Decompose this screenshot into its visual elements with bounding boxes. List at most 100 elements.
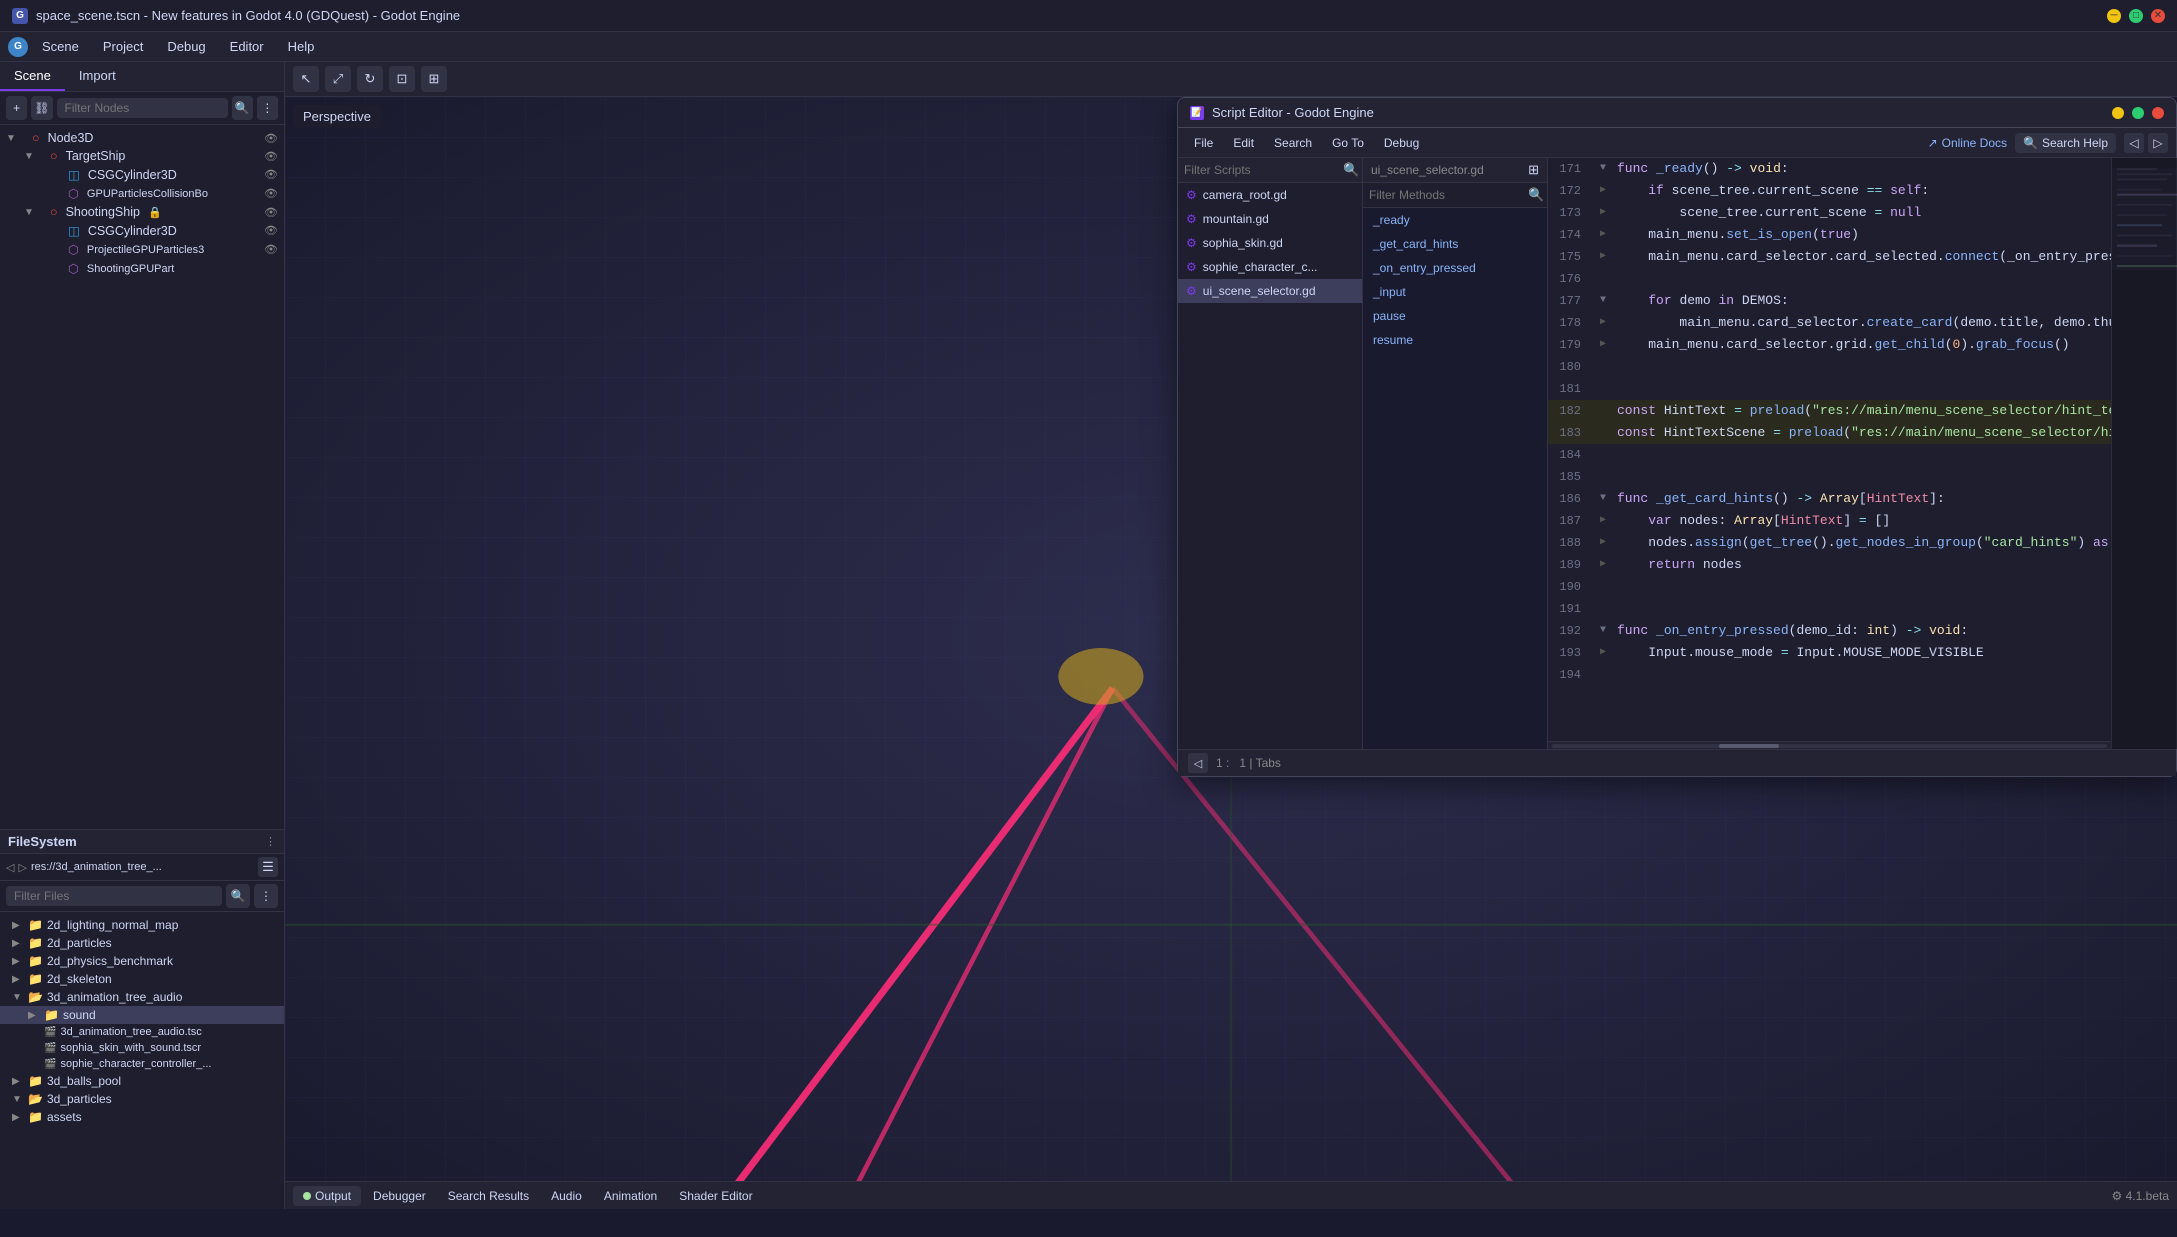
expand-arrow-icon: ▶	[12, 1076, 24, 1087]
se-file-sophia-skin[interactable]: ⚙ sophia_skin.gd	[1178, 231, 1362, 255]
fs-item-sophie-char[interactable]: ▶ 🎬 sophie_character_controller_...	[0, 1056, 284, 1072]
tab-audio[interactable]: Audio	[541, 1186, 592, 1206]
tab-import[interactable]: Import	[65, 62, 130, 91]
menu-project[interactable]: Project	[93, 35, 153, 58]
code-line-180: 180	[1548, 356, 2111, 378]
scale-tool[interactable]: ⊡	[389, 66, 415, 92]
se-method-resume[interactable]: resume	[1363, 328, 1547, 352]
cursor-tool[interactable]: ↖	[293, 66, 319, 92]
visibility-icon[interactable]: 👁	[264, 168, 278, 181]
maximize-button[interactable]: □	[2129, 9, 2143, 23]
search-nodes-button[interactable]: 🔍	[232, 96, 253, 120]
fs-item-2d-skeleton[interactable]: ▶ 📁 2d_skeleton	[0, 970, 284, 988]
filter-files-input[interactable]	[6, 886, 222, 906]
forward-icon[interactable]: ▷	[18, 861, 26, 874]
fs-item-3d-particles[interactable]: ▼ 📂 3d_particles	[0, 1090, 284, 1108]
tree-node-shooting-gpu[interactable]: ⬡ ShootingGPUPart	[0, 259, 284, 278]
se-file-mountain[interactable]: ⚙ mountain.gd	[1178, 207, 1362, 231]
instance-button[interactable]: ⛓	[31, 96, 52, 120]
se-method-pause[interactable]: pause	[1363, 304, 1547, 328]
se-file-ui-selector[interactable]: ⚙ ui_scene_selector.gd	[1178, 279, 1362, 303]
se-menu-goto[interactable]: Go To	[1324, 133, 1372, 153]
tree-node-gpu-particles[interactable]: ⬡ GPUParticlesCollisionBo 👁	[0, 184, 284, 203]
search-files-button[interactable]: 🔍	[226, 884, 250, 908]
filter-methods-input[interactable]	[1369, 188, 1524, 202]
se-minimize-button[interactable]	[2112, 107, 2124, 119]
se-menu-search[interactable]: Search	[1266, 133, 1320, 153]
more-options-button[interactable]: ⋮	[257, 96, 278, 120]
se-file-camera-root[interactable]: ⚙ camera_root.gd	[1178, 183, 1362, 207]
visibility-icon[interactable]: 👁	[264, 150, 278, 163]
fs-item-name: 3d_animation_tree_audio.tsc	[60, 1026, 201, 1038]
tree-node-projectile-gpu[interactable]: ⬡ ProjectileGPUParticles3 👁	[0, 240, 284, 259]
fs-item-3d-balls[interactable]: ▶ 📁 3d_balls_pool	[0, 1072, 284, 1090]
se-method-ready[interactable]: _ready	[1363, 208, 1547, 232]
tree-node-csgcylinder[interactable]: ◫ CSGCylinder3D 👁	[0, 165, 284, 184]
tab-scene[interactable]: Scene	[0, 62, 65, 91]
viewport-toolbar: ↖ ⤢ ↻ ⊡ ⊞	[285, 62, 2177, 97]
back-icon[interactable]: ◁	[6, 861, 14, 874]
fs-item-3d-anim[interactable]: ▼ 📂 3d_animation_tree_audio	[0, 988, 284, 1006]
minimize-button[interactable]: ─	[2107, 9, 2121, 23]
fs-item-assets[interactable]: ▶ 📁 assets	[0, 1108, 284, 1126]
fs-item-anim-tsc[interactable]: ▶ 🎬 3d_animation_tree_audio.tsc	[0, 1024, 284, 1040]
tab-debugger[interactable]: Debugger	[363, 1186, 436, 1206]
tree-node-targetship[interactable]: ▼ ○ TargetShip 👁	[0, 147, 284, 165]
tree-node-node3d[interactable]: ▼ ○ Node3D 👁	[0, 129, 284, 147]
se-menu-file[interactable]: File	[1186, 133, 1221, 153]
se-menu-edit[interactable]: Edit	[1225, 133, 1262, 153]
tab-shader-editor[interactable]: Shader Editor	[669, 1186, 762, 1206]
rotate-tool[interactable]: ↻	[357, 66, 383, 92]
menu-help[interactable]: Help	[278, 35, 325, 58]
fs-more[interactable]: ⋮	[265, 835, 276, 848]
node-name: CSGCylinder3D	[88, 168, 177, 182]
node-name: Node3D	[48, 131, 94, 145]
menu-editor[interactable]: Editor	[220, 35, 274, 58]
se-method-on-entry-pressed[interactable]: _on_entry_pressed	[1363, 256, 1547, 280]
tree-node-csgcylinder2[interactable]: ◫ CSGCylinder3D 👁	[0, 221, 284, 240]
visibility-icon[interactable]: 👁	[264, 243, 278, 256]
visibility-icon[interactable]: 👁	[264, 224, 278, 237]
add-node-button[interactable]: +	[6, 96, 27, 120]
filter-nodes-input[interactable]	[57, 98, 228, 118]
move-tool[interactable]: ⤢	[325, 66, 351, 92]
tab-animation[interactable]: Animation	[594, 1186, 667, 1206]
collapse-panel-button[interactable]: ◁	[1188, 753, 1208, 773]
fs-options-button[interactable]: ⋮	[254, 884, 278, 908]
se-maximize-button[interactable]	[2132, 107, 2144, 119]
scroll-thumb[interactable]	[1719, 744, 1779, 748]
expand-arrow-icon: ▼	[6, 133, 18, 144]
visibility-icon[interactable]: 👁	[264, 206, 278, 219]
se-method-input[interactable]: _input	[1363, 280, 1547, 304]
fs-item-2d-physics[interactable]: ▶ 📁 2d_physics_benchmark	[0, 952, 284, 970]
se-file-sophie-char[interactable]: ⚙ sophie_character_c...	[1178, 255, 1362, 279]
menu-scene[interactable]: Scene	[32, 35, 89, 58]
godot-logo: G	[8, 37, 28, 57]
visibility-icon[interactable]: 👁	[264, 187, 278, 200]
tab-output[interactable]: Output	[293, 1186, 361, 1206]
fs-list-view-button[interactable]: ☰	[258, 857, 278, 877]
se-method-get-card-hints[interactable]: _get_card_hints	[1363, 232, 1547, 256]
fs-item-2d-lighting[interactable]: ▶ 📁 2d_lighting_normal_map	[0, 916, 284, 934]
node3d-icon: ○	[50, 205, 58, 219]
fs-item-sophia-skin[interactable]: ▶ 🎬 sophia_skin_with_sound.tscr	[0, 1040, 284, 1056]
method-list-icon[interactable]: ⊞	[1528, 162, 1539, 178]
expand-tool[interactable]: ⊞	[421, 66, 447, 92]
search-help-button[interactable]: 🔍 Search Help	[2015, 133, 2116, 153]
se-back-button[interactable]: ◁	[2124, 133, 2144, 153]
tree-node-shootingship[interactable]: ▼ ○ ShootingShip 🔒 👁	[0, 203, 284, 221]
menu-debug[interactable]: Debug	[157, 35, 215, 58]
online-docs-button[interactable]: ↗ Online Docs	[1928, 136, 2007, 150]
code-editor[interactable]: 171 ▼ func _ready() -> void: 172 ▶ if sc…	[1548, 158, 2111, 741]
se-menu-debug[interactable]: Debug	[1376, 133, 1427, 153]
filter-scripts-input[interactable]	[1184, 163, 1339, 177]
se-horizontal-scrollbar[interactable]	[1548, 741, 2111, 749]
tab-animation-label: Animation	[604, 1189, 657, 1203]
visibility-icon[interactable]: 👁	[264, 132, 278, 145]
se-close-button[interactable]	[2152, 107, 2164, 119]
tab-search-results[interactable]: Search Results	[438, 1186, 539, 1206]
fs-item-2d-particles[interactable]: ▶ 📁 2d_particles	[0, 934, 284, 952]
fs-item-sound[interactable]: ▶ 📁 sound	[0, 1006, 284, 1024]
close-button[interactable]: ✕	[2151, 9, 2165, 23]
se-forward-button[interactable]: ▷	[2148, 133, 2168, 153]
